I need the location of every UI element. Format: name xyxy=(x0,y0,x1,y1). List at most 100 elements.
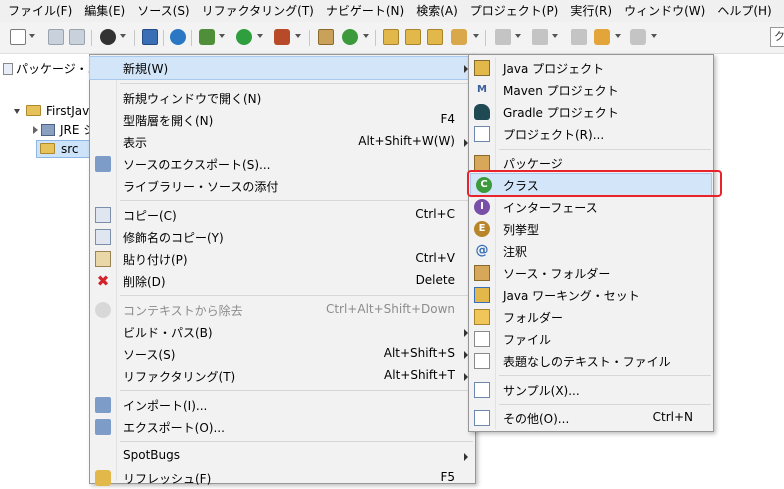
menu-item-label: ソースのエクスポート(S)... xyxy=(123,158,271,172)
menu-item-label: サンプル(X)... xyxy=(503,384,580,398)
menu-file[interactable]: ファイル(F) xyxy=(2,0,78,22)
open-task-icon[interactable] xyxy=(405,29,421,45)
tree-item-src[interactable]: src xyxy=(36,140,94,158)
menu-help[interactable]: ヘルプ(H) xyxy=(711,0,777,22)
menu-item-import[interactable]: インポート(I)... xyxy=(90,394,475,416)
menu-separator xyxy=(499,375,711,376)
submenu-item-project[interactable]: プロジェクト(R)... xyxy=(469,123,713,145)
submenu-item-file[interactable]: ファイル xyxy=(469,328,713,350)
terminal-icon[interactable] xyxy=(142,29,158,45)
menu-item-refactor[interactable]: リファクタリング(T) Alt+Shift+T xyxy=(90,365,475,387)
submenu-item-source-folder[interactable]: ソース・フォルダー xyxy=(469,262,713,284)
submenu-item-untitled-text-file[interactable]: 表題なしのテキスト・ファイル xyxy=(469,350,713,372)
menu-item-export[interactable]: エクスポート(O)... xyxy=(90,416,475,438)
menu-item-label: コピー(C) xyxy=(123,209,177,223)
java-project-icon xyxy=(474,60,490,76)
new-package-icon[interactable] xyxy=(318,29,334,45)
expand-arrow-icon[interactable] xyxy=(14,109,20,114)
menu-refactor[interactable]: リファクタリング(T) xyxy=(196,0,320,22)
menu-item-spotbugs[interactable]: SpotBugs xyxy=(90,445,475,467)
working-set-icon xyxy=(474,287,490,303)
debug-icon[interactable] xyxy=(199,29,215,45)
submenu-item-java-project[interactable]: Java プロジェクト xyxy=(469,57,713,79)
menu-item-open-type-hierarchy[interactable]: 型階層を開く(N) F4 xyxy=(90,109,475,131)
submenu-item-gradle-project[interactable]: Gradle プロジェクト xyxy=(469,101,713,123)
submenu-item-annotation[interactable]: @ 注釈 xyxy=(469,240,713,262)
next-annotation-dropdown-arrow[interactable] xyxy=(515,34,521,38)
save-all-icon[interactable] xyxy=(69,29,85,45)
menu-item-build-path[interactable]: ビルド・パス(B) xyxy=(90,321,475,343)
submenu-item-other[interactable]: その他(O)... Ctrl+N xyxy=(469,407,713,429)
menu-item-open-new-window[interactable]: 新規ウィンドウで開く(N) xyxy=(90,87,475,109)
submenu-item-enum[interactable]: E 列挙型 xyxy=(469,218,713,240)
settings-gear-icon[interactable] xyxy=(170,29,186,45)
new-class-dropdown-arrow[interactable] xyxy=(363,34,369,38)
last-edit-icon[interactable] xyxy=(571,29,587,45)
new-class-icon[interactable] xyxy=(342,29,358,45)
open-type-icon[interactable] xyxy=(383,29,399,45)
menu-item-attach-library-source[interactable]: ライブラリー・ソースの添付 xyxy=(90,175,475,197)
submenu-item-sample[interactable]: サンプル(X)... xyxy=(469,379,713,401)
menu-item-export-source[interactable]: ソースのエクスポート(S)... xyxy=(90,153,475,175)
menu-separator xyxy=(120,83,473,84)
menu-item-refresh[interactable]: リフレッシュ(F) F5 xyxy=(90,467,475,489)
external-tools-icon[interactable] xyxy=(274,29,290,45)
menu-item-label: その他(O)... xyxy=(503,412,570,426)
external-tools-dropdown-arrow[interactable] xyxy=(295,34,301,38)
source-folder-icon xyxy=(474,265,490,281)
menu-item-label: ライブラリー・ソースの添付 xyxy=(123,180,279,194)
menu-item-new[interactable]: 新規(W) xyxy=(89,56,476,80)
account-dropdown-arrow[interactable] xyxy=(120,34,126,38)
menu-item-delete[interactable]: ✖ 削除(D) Delete xyxy=(90,270,475,292)
search-dropdown-arrow[interactable] xyxy=(473,34,479,38)
menu-item-label: 注釈 xyxy=(503,245,528,259)
menu-item-label: 表題なしのテキスト・ファイル xyxy=(503,355,671,369)
account-icon[interactable] xyxy=(100,29,116,45)
quick-access-search-input[interactable]: ク xyxy=(770,27,784,47)
submenu-item-interface[interactable]: I インターフェース xyxy=(469,196,713,218)
submenu-item-java-working-set[interactable]: Java ワーキング・セット xyxy=(469,284,713,306)
menu-item-label: プロジェクト(R)... xyxy=(503,128,605,142)
previous-annotation-dropdown-arrow[interactable] xyxy=(552,34,558,38)
delete-x-icon: ✖ xyxy=(96,272,110,290)
open-folder-icon[interactable] xyxy=(427,29,443,45)
menu-window[interactable]: ウィンドウ(W) xyxy=(618,0,711,22)
menu-project[interactable]: プロジェクト(P) xyxy=(464,0,565,22)
submenu-item-folder[interactable]: フォルダー xyxy=(469,306,713,328)
menu-item-copy[interactable]: コピー(C) Ctrl+C xyxy=(90,204,475,226)
next-annotation-icon[interactable] xyxy=(495,29,511,45)
menu-navigate[interactable]: ナビゲート(N) xyxy=(320,0,410,22)
menu-item-new-label: 新規(W) xyxy=(123,62,169,76)
back-icon[interactable] xyxy=(594,29,610,45)
run-dropdown-arrow[interactable] xyxy=(257,34,263,38)
menu-item-paste[interactable]: 貼り付け(P) Ctrl+V xyxy=(90,248,475,270)
new-icon[interactable] xyxy=(10,29,26,45)
submenu-item-maven-project[interactable]: M Maven プロジェクト xyxy=(469,79,713,101)
forward-icon[interactable] xyxy=(630,29,646,45)
menu-search[interactable]: 検索(A) xyxy=(410,0,464,22)
menu-item-label: 型階層を開く(N) xyxy=(123,114,214,128)
back-dropdown-arrow[interactable] xyxy=(615,34,621,38)
previous-annotation-icon[interactable] xyxy=(532,29,548,45)
toolbar-separator xyxy=(485,30,486,46)
submenu-arrow-icon xyxy=(464,453,468,461)
menu-item-label: インターフェース xyxy=(503,201,598,215)
forward-dropdown-arrow[interactable] xyxy=(651,34,657,38)
search-tool-icon[interactable] xyxy=(451,29,467,45)
menu-item-copy-qualified-name[interactable]: 修飾名のコピー(Y) xyxy=(90,226,475,248)
menu-item-shortcut: Alt+Shift+T xyxy=(384,368,455,382)
menu-source[interactable]: ソース(S) xyxy=(131,0,195,22)
debug-dropdown-arrow[interactable] xyxy=(219,34,225,38)
new-dropdown-arrow[interactable] xyxy=(29,34,35,38)
menu-item-show-in[interactable]: 表示 Alt+Shift+W(W) xyxy=(90,131,475,153)
menu-separator xyxy=(120,200,473,201)
menu-item-source[interactable]: ソース(S) Alt+Shift+S xyxy=(90,343,475,365)
menu-run[interactable]: 実行(R) xyxy=(564,0,618,22)
run-icon[interactable] xyxy=(236,29,252,45)
menu-edit[interactable]: 編集(E) xyxy=(78,0,131,22)
menu-item-label: インポート(I)... xyxy=(123,399,208,413)
menu-item-label: 列挙型 xyxy=(503,223,540,237)
save-icon[interactable] xyxy=(48,29,64,45)
collapse-arrow-icon[interactable] xyxy=(33,126,38,134)
menu-item-label: Gradle プロジェクト xyxy=(503,106,619,120)
